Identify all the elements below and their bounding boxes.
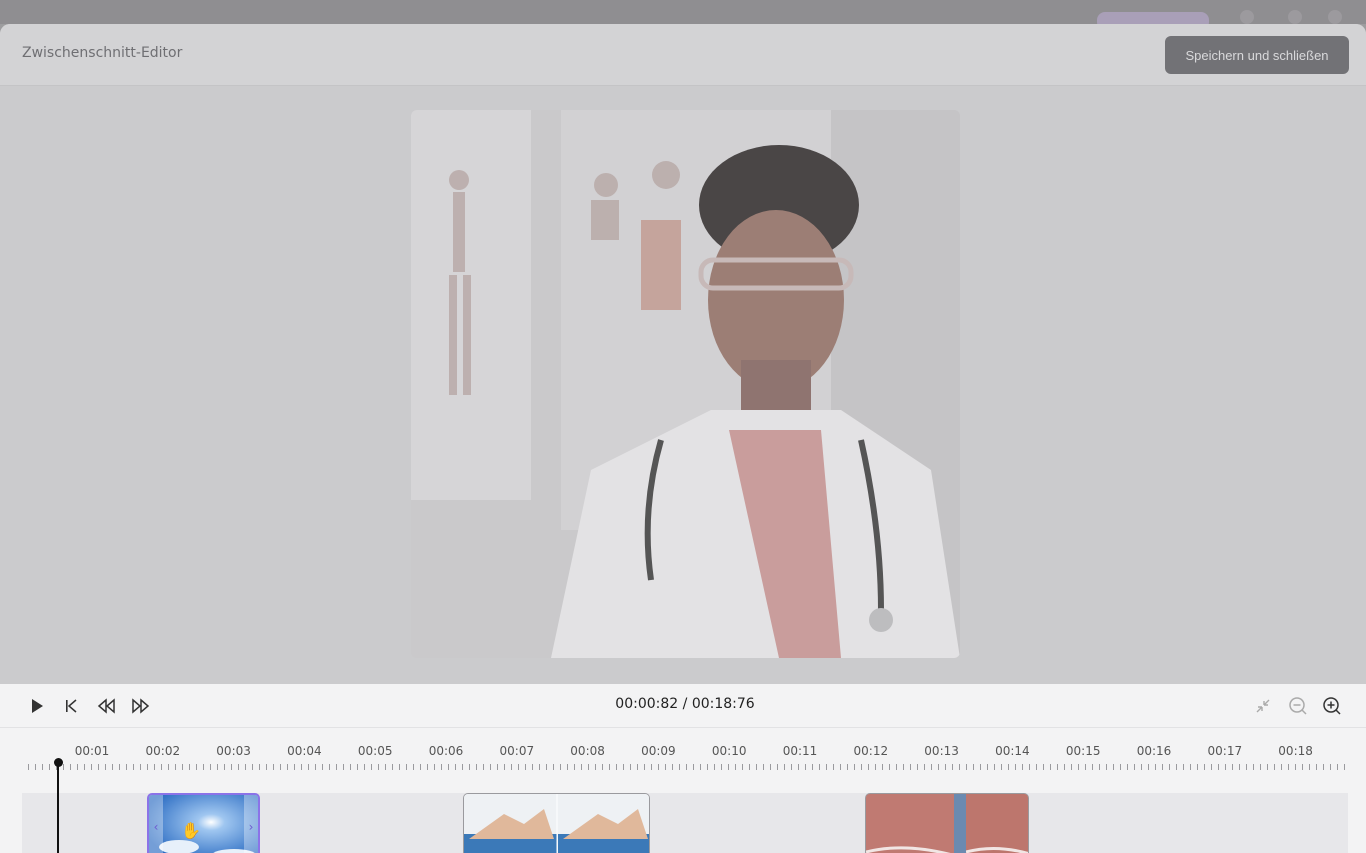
playhead-line[interactable] bbox=[57, 764, 59, 853]
playhead-handle[interactable] bbox=[54, 758, 63, 767]
ruler-tick-label: 00:18 bbox=[1278, 744, 1313, 758]
play-icon bbox=[32, 699, 43, 713]
fast-forward-icon bbox=[132, 698, 150, 714]
rewind-button[interactable] bbox=[95, 695, 117, 717]
ruler-tick-label: 00:05 bbox=[357, 744, 393, 758]
ruler-tick-label: 00:09 bbox=[641, 744, 676, 758]
video-stage bbox=[0, 86, 1366, 684]
video-preview[interactable] bbox=[411, 110, 960, 658]
total-time: 00:18:76 bbox=[691, 696, 755, 712]
ruler-tick-label: 00:11 bbox=[782, 744, 818, 758]
skip-start-icon bbox=[66, 699, 77, 713]
fast-forward-button[interactable] bbox=[130, 695, 152, 717]
time-separator: / bbox=[678, 696, 692, 712]
background-icon bbox=[1240, 10, 1254, 24]
ruler-tick-label: 00:08 bbox=[570, 744, 605, 758]
zoom-in-icon bbox=[1323, 697, 1341, 715]
modal-title: Zwischenschnitt-Editor bbox=[22, 45, 183, 61]
ruler-tick-label: 00:13 bbox=[924, 744, 959, 758]
clip-beach[interactable] bbox=[463, 793, 650, 853]
ruler-tick-label: 00:03 bbox=[216, 744, 251, 758]
ruler-tick-label: 00:10 bbox=[711, 744, 747, 758]
current-time: 00:00:82 bbox=[615, 696, 679, 712]
ruler-tick-label: 00:12 bbox=[853, 744, 889, 758]
ruler-tick-label: 00:01 bbox=[74, 744, 110, 758]
clip-beach-thumbnail bbox=[464, 794, 649, 853]
zoom-in-button[interactable] bbox=[1321, 695, 1343, 717]
cutaway-editor-modal: Zwischenschnitt-Editor Speichern und sch… bbox=[0, 24, 1366, 853]
collapse-icon bbox=[1256, 699, 1270, 713]
player-controls-panel: 00:00:82 / 00:18:76 00:01 00:02 00:03 00:04… bbox=[0, 684, 1366, 853]
ruler-tick-label: 00:14 bbox=[995, 744, 1030, 758]
ruler-tick-label: 00:07 bbox=[499, 744, 535, 758]
save-and-close-button[interactable]: Speichern und schließen bbox=[1165, 36, 1349, 74]
timeline-ruler[interactable]: 00:01 00:02 00:03 00:04 00:05 00:06 00:07 00:08… bbox=[22, 740, 1348, 772]
clip-trim-right-handle[interactable]: › bbox=[244, 795, 258, 853]
background-avatar bbox=[1328, 10, 1342, 24]
background-icon bbox=[1288, 10, 1302, 24]
drag-hand-cursor-icon: ✋ bbox=[181, 821, 201, 840]
ruler-tick-label: 00:02 bbox=[145, 744, 181, 758]
video-frame-image bbox=[411, 110, 960, 658]
ruler-tick-label: 00:06 bbox=[428, 744, 464, 758]
skip-to-start-button[interactable] bbox=[60, 695, 82, 717]
ruler-tick-label: 00:15 bbox=[1065, 744, 1101, 758]
collapse-button[interactable] bbox=[1252, 695, 1274, 717]
clip-closeup[interactable] bbox=[865, 793, 1029, 853]
background-app-bar bbox=[0, 0, 1366, 30]
zoom-out-icon bbox=[1289, 697, 1307, 715]
time-display: 00:00:82 / 00:18:76 bbox=[560, 696, 810, 712]
transport-bar: 00:00:82 / 00:18:76 bbox=[0, 684, 1366, 728]
ruler-tick-label: 00:04 bbox=[287, 744, 322, 758]
ruler-tick-label: 00:16 bbox=[1136, 744, 1172, 758]
clip-sky[interactable]: ‹ › ✋ bbox=[147, 793, 260, 853]
zoom-out-button[interactable] bbox=[1287, 695, 1309, 717]
ruler-tick-label: 00:17 bbox=[1207, 744, 1243, 758]
modal-header: Zwischenschnitt-Editor Speichern und sch… bbox=[0, 24, 1366, 86]
ruler-ticks bbox=[28, 764, 1346, 770]
play-button[interactable] bbox=[26, 695, 48, 717]
clip-closeup-thumbnail bbox=[866, 794, 1028, 853]
clip-trim-left-handle[interactable]: ‹ bbox=[149, 795, 163, 853]
rewind-icon bbox=[97, 698, 115, 714]
